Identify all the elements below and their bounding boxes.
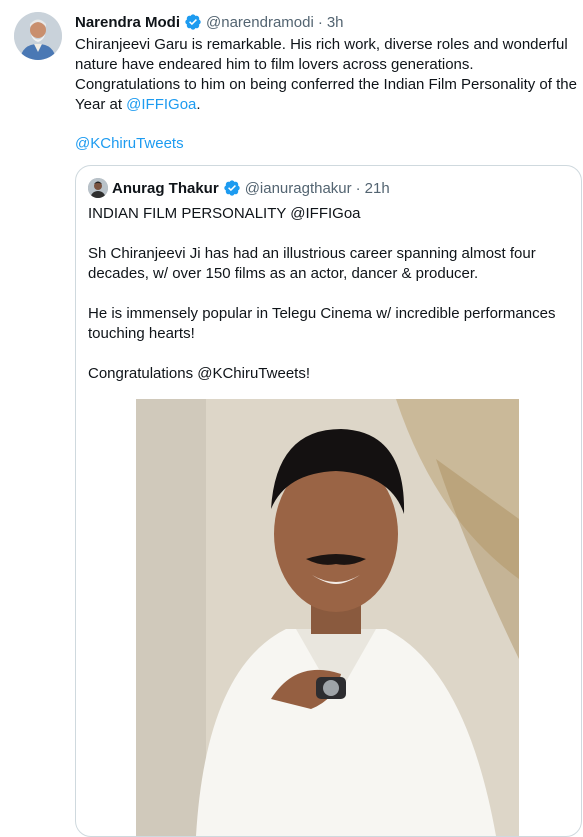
quoted-paragraph: He is immensely popular in Telegu Cinema… bbox=[88, 305, 556, 342]
tweet: Narendra Modi @narendramodi · 3h Chiranj… bbox=[0, 0, 583, 837]
quoted-author-avatar bbox=[88, 178, 108, 198]
quoted-tweet-text: INDIAN FILM PERSONALITY @IFFIGoa Sh Chir… bbox=[88, 204, 568, 404]
quoted-tweet-photo[interactable] bbox=[136, 399, 519, 836]
quoted-paragraph: Sh Chiranjeevi Ji has had an illustrious… bbox=[88, 245, 536, 282]
tweet-mention-line: @KChiruTweets bbox=[75, 134, 184, 154]
kchirutweets-mention-link[interactable]: @KChiruTweets bbox=[75, 135, 184, 152]
quoted-author-handle[interactable]: @ianuragthakur bbox=[245, 180, 352, 197]
verified-badge-icon bbox=[223, 179, 241, 197]
quoted-author-name[interactable]: Anurag Thakur bbox=[112, 180, 219, 197]
author-avatar[interactable] bbox=[14, 12, 62, 60]
quoted-tweet[interactable]: Anurag Thakur @ianuragthakur · 21h INDIA… bbox=[75, 165, 582, 837]
author-name[interactable]: Narendra Modi bbox=[75, 14, 180, 31]
tweet-text: Chiranjeevi Garu is remarkable. His rich… bbox=[75, 35, 581, 115]
separator-dot: · bbox=[355, 179, 361, 197]
quoted-tweet-timestamp[interactable]: 21h bbox=[365, 180, 390, 197]
tweet-text-end: . bbox=[196, 96, 201, 113]
quoted-tweet-header: Anurag Thakur @ianuragthakur · 21h bbox=[88, 178, 390, 198]
tweet-header: Narendra Modi @narendramodi · 3h bbox=[75, 12, 344, 32]
quoted-paragraph: INDIAN FILM PERSONALITY @IFFIGoa bbox=[88, 205, 361, 222]
separator-dot: · bbox=[317, 13, 323, 31]
author-handle[interactable]: @narendramodi bbox=[206, 14, 314, 31]
tweet-timestamp[interactable]: 3h bbox=[327, 14, 344, 31]
verified-badge-icon bbox=[184, 13, 202, 31]
quoted-paragraph: Congratulations @KChiruTweets! bbox=[88, 365, 310, 382]
iffigoa-mention-link[interactable]: @IFFIGoa bbox=[126, 96, 196, 113]
